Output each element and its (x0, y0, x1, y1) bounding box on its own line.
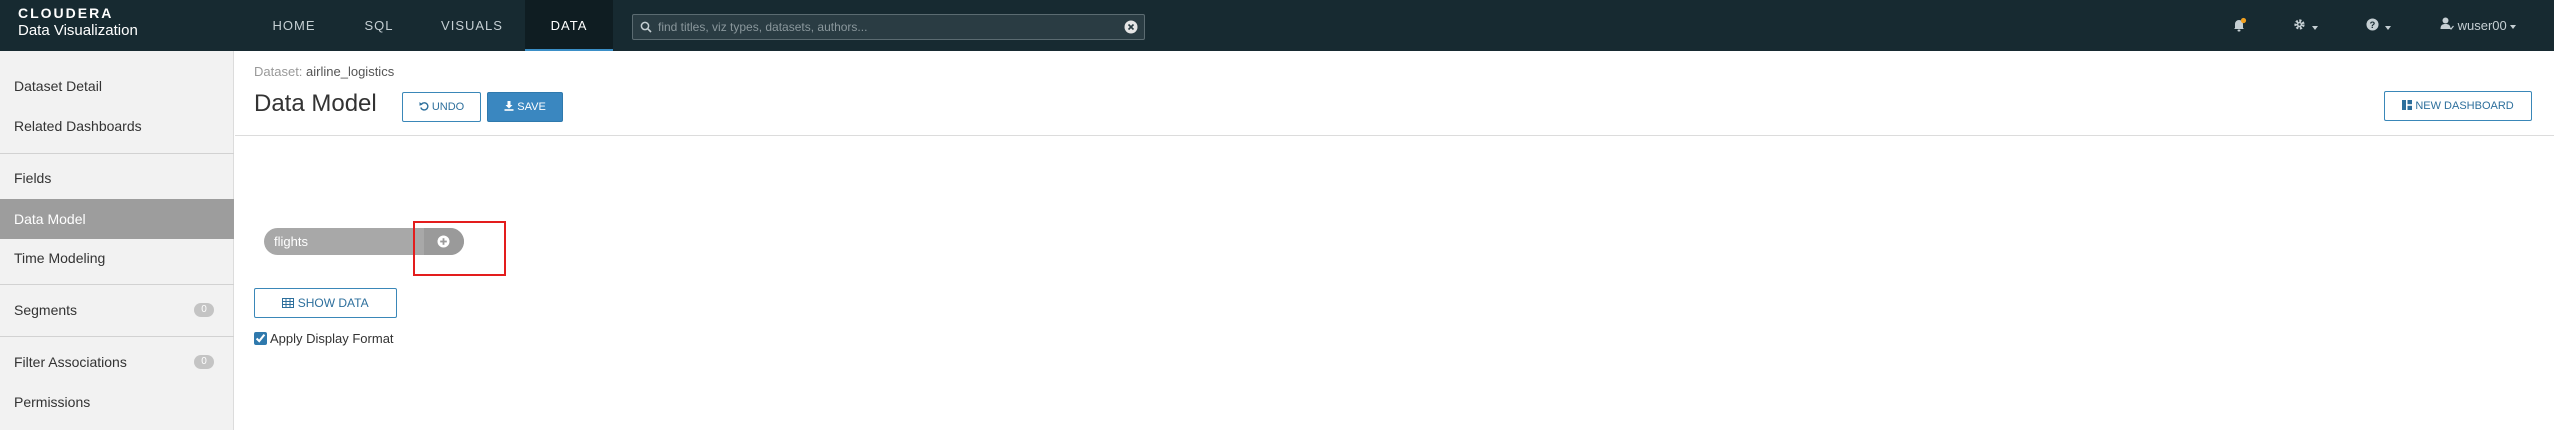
user-menu[interactable]: wuser00 (2440, 17, 2516, 33)
sidebar-item-fields[interactable]: Fields (0, 158, 234, 198)
search-input[interactable] (658, 18, 1108, 36)
header-divider (235, 135, 2554, 136)
sidebar-item-segments[interactable]: Segments 0 (0, 290, 234, 330)
search-icon (640, 20, 652, 38)
new-dashboard-label: NEW DASHBOARD (2415, 100, 2514, 112)
tab-data[interactable]: DATA (525, 0, 613, 51)
show-data-button[interactable]: SHOW DATA (254, 288, 397, 318)
page-title: Data Model (254, 90, 377, 117)
chevron-down-icon (2385, 25, 2392, 30)
save-button[interactable]: SAVE (487, 92, 563, 122)
new-dashboard-button[interactable]: NEW DASHBOARD (2384, 91, 2532, 121)
dataset-prefix: Dataset: (254, 64, 303, 79)
show-data-label: SHOW DATA (297, 296, 369, 310)
sidebar-divider (0, 336, 234, 337)
tab-visuals[interactable]: VISUALS (432, 0, 512, 51)
apply-display-format-label: Apply Display Format (270, 331, 394, 346)
save-label: SAVE (517, 101, 546, 113)
sidebar-item-label: Segments (14, 302, 78, 318)
sidebar-item-dataset-detail[interactable]: Dataset Detail (0, 66, 234, 106)
brand-logo[interactable]: CLOUDERA Data Visualization (18, 5, 138, 41)
sidebar-item-related-dashboards[interactable]: Related Dashboards (0, 106, 234, 146)
table-icon (282, 296, 295, 310)
chevron-down-icon (2312, 25, 2319, 30)
undo-button[interactable]: UNDO (402, 92, 481, 122)
dataset-name: airline_logistics (306, 64, 395, 79)
bell-icon[interactable] (2231, 17, 2247, 36)
gear-icon (2293, 19, 2309, 34)
sidebar-item-filter-associations[interactable]: Filter Associations 0 (0, 342, 234, 382)
svg-text:?: ? (2370, 20, 2376, 30)
tab-home[interactable]: HOME (264, 0, 324, 51)
tab-sql[interactable]: SQL (354, 0, 404, 51)
breadcrumb: Dataset: airline_logistics (254, 64, 394, 79)
clear-icon[interactable] (1124, 20, 1138, 39)
help-icon: ? (2366, 18, 2382, 34)
apply-display-format-checkbox[interactable] (254, 332, 267, 345)
sidebar-divider (0, 153, 234, 154)
sidebar-item-permissions[interactable]: Permissions (0, 382, 234, 422)
download-icon (504, 101, 514, 113)
help-menu[interactable]: ? (2366, 18, 2392, 34)
undo-icon (419, 101, 429, 113)
sidebar-item-data-model[interactable]: Data Model (0, 199, 234, 239)
brand-product: Data Visualization (18, 22, 138, 39)
settings-menu[interactable] (2293, 18, 2319, 34)
sidebar-divider (0, 284, 234, 285)
count-badge: 0 (194, 355, 214, 369)
user-icon (2440, 17, 2458, 33)
sidebar-item-label: Filter Associations (14, 354, 127, 370)
sidebar-item-time-modeling[interactable]: Time Modeling (0, 238, 234, 278)
top-navbar: CLOUDERA Data Visualization HOME SQL VIS… (0, 0, 2554, 51)
chevron-down-icon (2509, 24, 2516, 29)
username: wuser00 (2457, 18, 2507, 33)
brand-company: CLOUDERA (18, 5, 114, 21)
apply-display-format[interactable]: Apply Display Format (254, 331, 394, 346)
count-badge: 0 (194, 303, 214, 317)
dataset-sidebar: Dataset Detail Related Dashboards Fields… (0, 51, 234, 430)
dashboard-icon (2402, 100, 2413, 112)
undo-label: UNDO (431, 101, 465, 113)
global-search (632, 14, 1145, 40)
highlight-annotation (413, 221, 506, 276)
table-node-label: flights (274, 234, 308, 249)
